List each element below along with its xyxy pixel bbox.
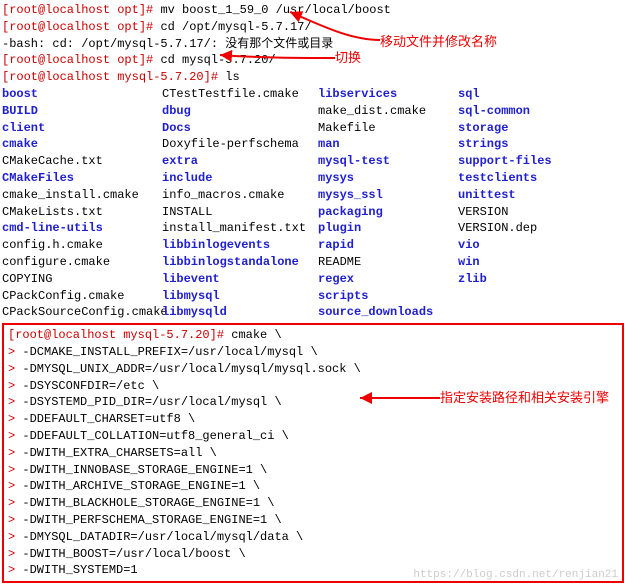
directory-entry: vio [458, 237, 624, 254]
directory-entry: libbinlogevents [162, 237, 318, 254]
command: cd mysql-5.7.20/ [160, 53, 275, 67]
file-entry: config.h.cmake [2, 237, 162, 254]
file-entry: VERSION.dep [458, 220, 624, 237]
file-entry: README [318, 254, 458, 271]
file-entry: cmake_install.cmake [2, 187, 162, 204]
error-line: -bash: cd: /opt/mysql-5.7.17/: 没有那个文件或目录 [2, 36, 624, 53]
command: mv boost_1_59_0 /usr/local/boost [160, 3, 390, 17]
directory-entry: zlib [458, 271, 624, 288]
file-entry: info_macros.cmake [162, 187, 318, 204]
directory-entry: libmysqld [162, 304, 318, 321]
cmake-option-line: > -DMYSQL_UNIX_ADDR=/usr/local/mysql/mys… [8, 361, 618, 378]
directory-entry: mysys [318, 170, 458, 187]
directory-entry: BUILD [2, 103, 162, 120]
directory-entry: unittest [458, 187, 624, 204]
directory-entry: libmysql [162, 288, 318, 305]
cmake-option-line: > -DDEFAULT_CHARSET=utf8 \ [8, 411, 618, 428]
directory-entry: client [2, 120, 162, 137]
directory-entry: man [318, 136, 458, 153]
directory-entry: libservices [318, 86, 458, 103]
file-entry: CMakeCache.txt [2, 153, 162, 170]
directory-entry: win [458, 254, 624, 271]
directory-entry: sql [458, 86, 624, 103]
annotation-switch: 切换 [335, 50, 361, 68]
file-entry [458, 288, 624, 305]
file-entry: COPYING [2, 271, 162, 288]
directory-entry: rapid [318, 237, 458, 254]
ls-output: boostCTestTestfile.cmakelibservicessql BU… [2, 86, 624, 321]
annotation-move-rename: 移动文件并修改名称 [380, 34, 497, 52]
directory-entry: mysys_ssl [318, 187, 458, 204]
directory-entry: plugin [318, 220, 458, 237]
prompt: [root@localhost opt]# [2, 53, 153, 67]
cmake-command-box: [root@localhost mysql-5.7.20]# cmake \ >… [2, 323, 624, 583]
file-entry: CTestTestfile.cmake [162, 86, 318, 103]
file-entry [458, 304, 624, 321]
command: cmake \ [231, 328, 281, 342]
cmake-option-line: > -DDEFAULT_COLLATION=utf8_general_ci \ [8, 428, 618, 445]
terminal-line: [root@localhost mysql-5.7.20]# ls [2, 69, 624, 86]
directory-entry: testclients [458, 170, 624, 187]
annotation-install-path: 指定安装路径和相关安装引擎 [440, 390, 610, 408]
directory-entry: cmd-line-utils [2, 220, 162, 237]
prompt: [root@localhost mysql-5.7.20]# [2, 70, 218, 84]
cmake-option-line: > -DWITH_BOOST=/usr/local/boost \ [8, 546, 618, 563]
file-entry: CPackConfig.cmake [2, 288, 162, 305]
directory-entry: boost [2, 86, 162, 103]
file-entry: VERSION [458, 204, 624, 221]
cmake-option-line: > -DWITH_BLACKHOLE_STORAGE_ENGINE=1 \ [8, 495, 618, 512]
directory-entry: cmake [2, 136, 162, 153]
cmake-option-line: > -DWITH_PERFSCHEMA_STORAGE_ENGINE=1 \ [8, 512, 618, 529]
cmake-option-line: > -DCMAKE_INSTALL_PREFIX=/usr/local/mysq… [8, 344, 618, 361]
prompt: [root@localhost mysql-5.7.20]# [8, 328, 224, 342]
file-entry: Makefile [318, 120, 458, 137]
directory-entry: storage [458, 120, 624, 137]
directory-entry: Docs [162, 120, 318, 137]
watermark: https://blog.csdn.net/renjian21 [413, 568, 618, 583]
directory-entry: CMakeFiles [2, 170, 162, 187]
directory-entry: source_downloads [318, 304, 458, 321]
cmake-option-line: > -DWITH_INNOBASE_STORAGE_ENGINE=1 \ [8, 462, 618, 479]
directory-entry: extra [162, 153, 318, 170]
directory-entry: mysql-test [318, 153, 458, 170]
file-entry: make_dist.cmake [318, 103, 458, 120]
directory-entry: scripts [318, 288, 458, 305]
prompt: [root@localhost opt]# [2, 3, 153, 17]
directory-entry: regex [318, 271, 458, 288]
directory-entry: libevent [162, 271, 318, 288]
terminal-line: [root@localhost mysql-5.7.20]# cmake \ [8, 327, 618, 344]
terminal-line: [root@localhost opt]# mv boost_1_59_0 /u… [2, 2, 624, 19]
directory-entry: libbinlogstandalone [162, 254, 318, 271]
cmake-option-line: > -DMYSQL_DATADIR=/usr/local/mysql/data … [8, 529, 618, 546]
file-entry: install_manifest.txt [162, 220, 318, 237]
cmake-option-line: > -DWITH_ARCHIVE_STORAGE_ENGINE=1 \ [8, 478, 618, 495]
terminal-line: [root@localhost opt]# cd mysql-5.7.20/ [2, 52, 624, 69]
prompt: [root@localhost opt]# [2, 20, 153, 34]
file-entry: CPackSourceConfig.cmake [2, 304, 162, 321]
file-entry: CMakeLists.txt [2, 204, 162, 221]
directory-entry: sql-common [458, 103, 624, 120]
directory-entry: support-files [458, 153, 624, 170]
command: ls [225, 70, 239, 84]
file-entry: Doxyfile-perfschema [162, 136, 318, 153]
directory-entry: dbug [162, 103, 318, 120]
directory-entry: strings [458, 136, 624, 153]
directory-entry: include [162, 170, 318, 187]
terminal-line: [root@localhost opt]# cd /opt/mysql-5.7.… [2, 19, 624, 36]
file-entry: configure.cmake [2, 254, 162, 271]
file-entry: INSTALL [162, 204, 318, 221]
command: cd /opt/mysql-5.7.17/ [160, 20, 311, 34]
cmake-option-line: > -DWITH_EXTRA_CHARSETS=all \ [8, 445, 618, 462]
directory-entry: packaging [318, 204, 458, 221]
